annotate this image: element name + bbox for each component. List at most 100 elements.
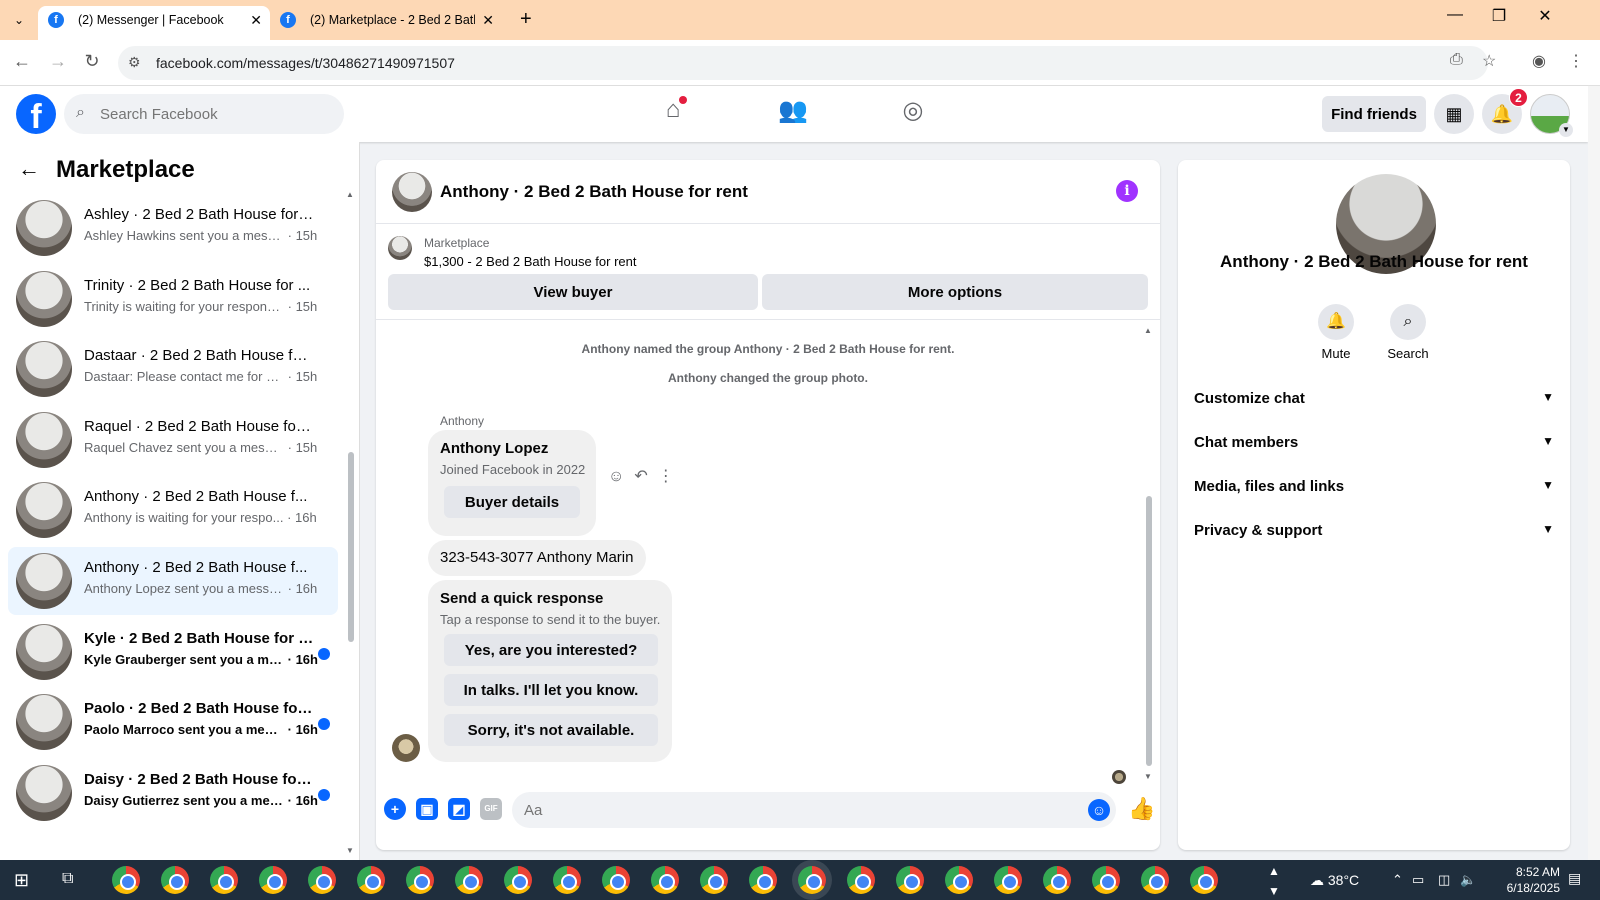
chrome-taskbar-icon[interactable] — [112, 866, 140, 894]
account-avatar[interactable]: ▼ — [1530, 94, 1573, 137]
reply-icon[interactable]: ↶ — [634, 468, 647, 485]
reload-button[interactable]: ↻ — [80, 51, 104, 72]
chat-avatar[interactable] — [392, 172, 432, 212]
system-clock[interactable]: 8:52 AM 6/18/2025 — [1480, 864, 1560, 896]
browser-menu-icon[interactable]: ⋮ — [1568, 51, 1584, 71]
sender-avatar[interactable] — [392, 734, 420, 762]
chrome-taskbar-icon[interactable] — [602, 866, 630, 894]
scroll-down-arrow[interactable]: ▼ — [346, 846, 354, 855]
quick-response-option[interactable]: In talks. I'll let you know. — [444, 674, 658, 706]
sticker-icon[interactable]: ◩ — [448, 798, 470, 820]
forward-button[interactable]: → — [46, 51, 70, 72]
privacy-support-row[interactable]: Privacy & support ▼ — [1194, 512, 1554, 552]
taskbar-scroll-down-icon[interactable]: ▼ — [1268, 884, 1280, 898]
chrome-taskbar-icon[interactable] — [896, 866, 924, 894]
profile-icon[interactable]: ◉ — [1532, 51, 1546, 71]
chrome-taskbar-icon[interactable] — [259, 866, 287, 894]
conversation-item[interactable]: Dastaar · 2 Bed 2 Bath House for... Dasta… — [8, 335, 338, 403]
conversation-item[interactable]: Kyle · 2 Bed 2 Bath House for r... Kyle G… — [8, 618, 338, 686]
scroll-up-arrow[interactable]: ▲ — [346, 190, 354, 199]
listing-title[interactable]: $1,300 - 2 Bed 2 Bath House for rent — [424, 254, 636, 269]
thumbs-up-icon[interactable]: 👍 — [1128, 796, 1155, 822]
facebook-search[interactable]: ⌕ — [64, 94, 344, 134]
buyer-details-button[interactable]: Buyer details — [444, 486, 580, 518]
mute-action[interactable]: 🔔 Mute — [1306, 304, 1366, 361]
browser-tab-messenger[interactable]: f (2) Messenger | Facebook ✕ — [38, 6, 270, 40]
notifications-bell-icon[interactable]: 🔔 2 — [1482, 88, 1528, 134]
more-options-button[interactable]: More options — [762, 274, 1148, 310]
conversation-item[interactable]: Anthony · 2 Bed 2 Bath House f... Anthony… — [8, 547, 338, 615]
volume-icon[interactable]: 🔈 — [1460, 872, 1476, 888]
weather-widget[interactable]: ☁ 38°C — [1310, 872, 1359, 889]
new-tab-button[interactable]: + — [520, 8, 532, 31]
customize-chat-row[interactable]: Customize chat ▼ — [1194, 380, 1554, 420]
chrome-taskbar-icon[interactable] — [210, 866, 238, 894]
listing-thumbnail[interactable] — [388, 236, 412, 260]
windows-start-icon[interactable]: ⊞ — [14, 870, 29, 891]
chrome-taskbar-icon[interactable] — [798, 866, 826, 894]
chat-members-row[interactable]: Chat members ▼ — [1194, 424, 1554, 464]
chrome-taskbar-icon[interactable] — [1092, 866, 1120, 894]
chrome-taskbar-icon[interactable] — [308, 866, 336, 894]
chrome-taskbar-icon[interactable] — [945, 866, 973, 894]
restore-button[interactable]: ❐ — [1484, 6, 1514, 26]
conversation-item[interactable]: Raquel · 2 Bed 2 Bath House for ... Raque… — [8, 406, 338, 474]
taskbar-scroll-up-icon[interactable]: ▲ — [1268, 864, 1280, 878]
message-input[interactable] — [512, 792, 1116, 828]
chrome-taskbar-icon[interactable] — [847, 866, 875, 894]
chrome-taskbar-icon[interactable] — [504, 866, 532, 894]
install-app-icon[interactable]: ⎙ — [1450, 51, 1463, 69]
chat-scrollbar-thumb[interactable] — [1146, 496, 1152, 766]
tab-search-icon[interactable]: ⌄ — [8, 9, 30, 31]
back-button[interactable]: ← — [10, 51, 34, 72]
chrome-taskbar-icon[interactable] — [553, 866, 581, 894]
minimize-button[interactable]: — — [1440, 6, 1470, 24]
chrome-taskbar-icon[interactable] — [1043, 866, 1071, 894]
gif-icon[interactable]: GIF — [480, 798, 502, 820]
task-view-icon[interactable]: ⧉ — [62, 870, 73, 888]
back-arrow-icon[interactable]: ← — [18, 156, 40, 182]
find-friends-button[interactable]: Find friends — [1322, 96, 1426, 132]
conversation-item[interactable]: Trinity · 2 Bed 2 Bath House for ... Trin… — [8, 265, 338, 333]
browser-tab-marketplace[interactable]: f (2) Marketplace - 2 Bed 2 Bath House f… — [270, 6, 502, 40]
chrome-taskbar-icon[interactable] — [749, 866, 777, 894]
menu-grid-icon[interactable]: ▦ — [1434, 94, 1474, 134]
friends-nav-icon[interactable]: 👥 — [763, 96, 823, 132]
wifi-icon[interactable]: ◫ — [1438, 872, 1450, 888]
close-window-button[interactable]: ✕ — [1530, 6, 1560, 26]
quick-response-option[interactable]: Yes, are you interested? — [444, 634, 658, 666]
sidebar-scrollbar-thumb[interactable] — [348, 452, 354, 642]
chat-title[interactable]: Anthony · 2 Bed 2 Bath House for rent — [440, 182, 748, 202]
close-tab-icon[interactable]: ✕ — [482, 6, 494, 34]
photo-icon[interactable]: ▣ — [416, 798, 438, 820]
address-bar[interactable]: ⚙ facebook.com/messages/t/30486271490971… — [118, 46, 1488, 80]
emoji-icon[interactable]: ☺ — [1088, 799, 1110, 821]
show-hidden-icons[interactable]: ⌃ — [1392, 872, 1403, 888]
chrome-taskbar-icon[interactable] — [1141, 866, 1169, 894]
chrome-taskbar-icon[interactable] — [994, 866, 1022, 894]
close-tab-icon[interactable]: ✕ — [250, 6, 262, 34]
chrome-taskbar-icon[interactable] — [1190, 866, 1218, 894]
more-icon[interactable]: ⋮ — [658, 468, 674, 485]
plus-icon[interactable]: + — [384, 798, 406, 820]
search-action[interactable]: ⌕ Search — [1378, 304, 1438, 361]
chrome-taskbar-icon[interactable] — [161, 866, 189, 894]
chrome-taskbar-icon[interactable] — [455, 866, 483, 894]
page-scrollbar[interactable] — [1588, 86, 1600, 860]
info-icon[interactable]: i — [1116, 180, 1138, 202]
chrome-taskbar-icon[interactable] — [357, 866, 385, 894]
bookmark-star-icon[interactable]: ☆ — [1482, 51, 1496, 71]
chat-scroll-up-arrow[interactable]: ▲ — [1144, 326, 1152, 335]
view-buyer-button[interactable]: View buyer — [388, 274, 758, 310]
conversation-item[interactable]: Anthony · 2 Bed 2 Bath House f... Anthony… — [8, 476, 338, 544]
conversation-item[interactable]: Daisy · 2 Bed 2 Bath House for... Daisy G… — [8, 759, 338, 827]
media-files-links-row[interactable]: Media, files and links ▼ — [1194, 468, 1554, 508]
conversation-item[interactable]: Ashley · 2 Bed 2 Bath House for ... Ashle… — [8, 194, 338, 262]
home-nav-icon[interactable]: ⌂ — [643, 96, 703, 132]
quick-response-option[interactable]: Sorry, it's not available. — [444, 714, 658, 746]
chrome-taskbar-icon[interactable] — [406, 866, 434, 894]
chrome-taskbar-icon[interactable] — [651, 866, 679, 894]
search-input[interactable] — [100, 94, 330, 134]
conversation-item[interactable]: Paolo · 2 Bed 2 Bath House for... Paolo M… — [8, 688, 338, 756]
network-icon[interactable]: ▭ — [1412, 872, 1424, 888]
